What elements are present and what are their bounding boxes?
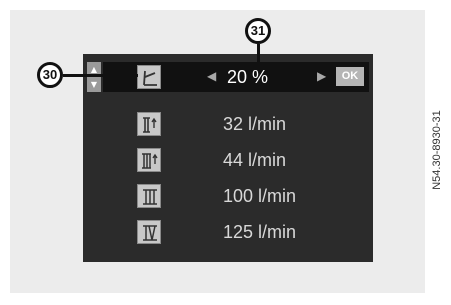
callout-30: 30	[37, 62, 63, 88]
selected-value: 20 %	[227, 67, 269, 87]
list-item[interactable]: 44 l/min	[103, 142, 369, 178]
row-value: 125 l/min	[223, 222, 297, 242]
list-item[interactable]: 100 l/min	[103, 178, 369, 214]
fan-speed-2-plus-icon	[137, 148, 161, 172]
row-value: 100 l/min	[223, 186, 297, 206]
selected-setting-row[interactable]: ◀ 20 % ▶ OK	[103, 62, 369, 92]
ok-button[interactable]: OK	[336, 67, 364, 86]
list-item[interactable]: 125 l/min	[103, 214, 369, 250]
callout-31-leader	[257, 44, 260, 62]
callout-30-leader	[63, 74, 138, 77]
scroll-down-icon[interactable]: ▼	[87, 77, 101, 92]
scroll-control[interactable]: ▲ ▼	[87, 62, 101, 92]
fan-speed-3-icon	[137, 184, 161, 208]
increase-arrow-icon[interactable]: ▶	[317, 69, 326, 83]
tilt-angle-icon	[137, 65, 161, 89]
list-item[interactable]: 32 l/min	[103, 106, 369, 142]
decrease-arrow-icon[interactable]: ◀	[207, 69, 216, 83]
callout-31: 31	[245, 18, 271, 44]
figure-code: N54.30-8930-31	[431, 110, 443, 190]
fan-speed-4-icon	[137, 220, 161, 244]
row-value: 32 l/min	[223, 114, 287, 134]
row-value: 44 l/min	[223, 150, 287, 170]
fan-speed-1-plus-icon	[137, 112, 161, 136]
